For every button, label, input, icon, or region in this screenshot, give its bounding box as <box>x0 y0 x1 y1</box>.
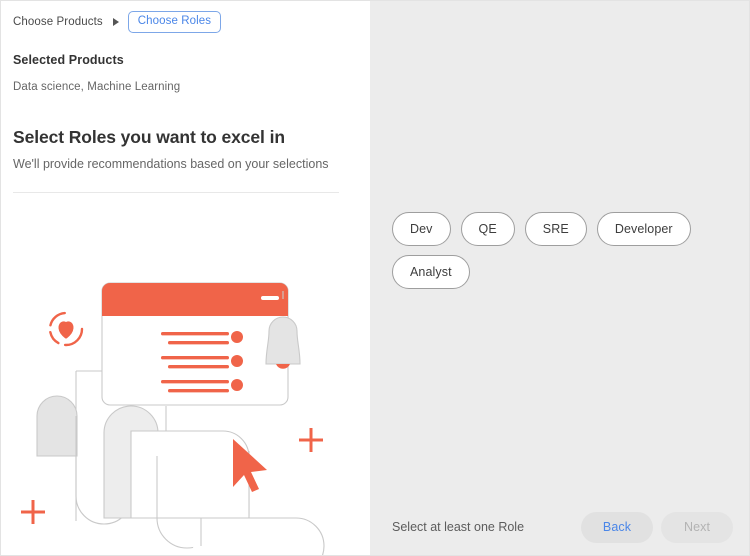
page-subtitle: We'll provide recommendations based on y… <box>13 157 329 171</box>
onboarding-illustration <box>1 256 370 555</box>
breadcrumb: Choose Products Choose Roles <box>1 1 370 34</box>
left-panel: Choose Products Choose Roles Selected Pr… <box>1 1 370 555</box>
validation-message: Select at least one Role <box>392 520 525 534</box>
selected-products-value: Data science, Machine Learning <box>13 81 181 93</box>
wizard-footer: Select at least one Role Back Next <box>370 499 749 555</box>
role-chip-qe[interactable]: QE <box>460 212 515 246</box>
right-panel: Dev QE SRE Developer Analyst Select at l… <box>370 1 749 555</box>
caret-right-icon <box>112 18 119 26</box>
role-chip-analyst[interactable]: Analyst <box>392 255 470 289</box>
page-title: Select Roles you want to excel in <box>13 127 285 147</box>
breadcrumb-item-choose-roles[interactable]: Choose Roles <box>127 10 222 34</box>
heart-icon <box>48 311 84 347</box>
footer-button-group: Back Next <box>581 511 733 543</box>
breadcrumb-item-choose-products[interactable]: Choose Products <box>13 16 103 28</box>
role-chip-sre[interactable]: SRE <box>524 212 587 246</box>
selected-products-label: Selected Products <box>13 53 124 67</box>
role-chip-dev[interactable]: Dev <box>392 212 451 246</box>
role-chip-group: Dev QE SRE Developer Analyst <box>392 212 735 289</box>
onboarding-wizard: Choose Products Choose Roles Selected Pr… <box>0 0 750 556</box>
section-divider <box>13 192 339 193</box>
role-chip-developer[interactable]: Developer <box>596 212 691 246</box>
back-button[interactable]: Back <box>581 511 653 543</box>
next-button: Next <box>661 511 733 543</box>
